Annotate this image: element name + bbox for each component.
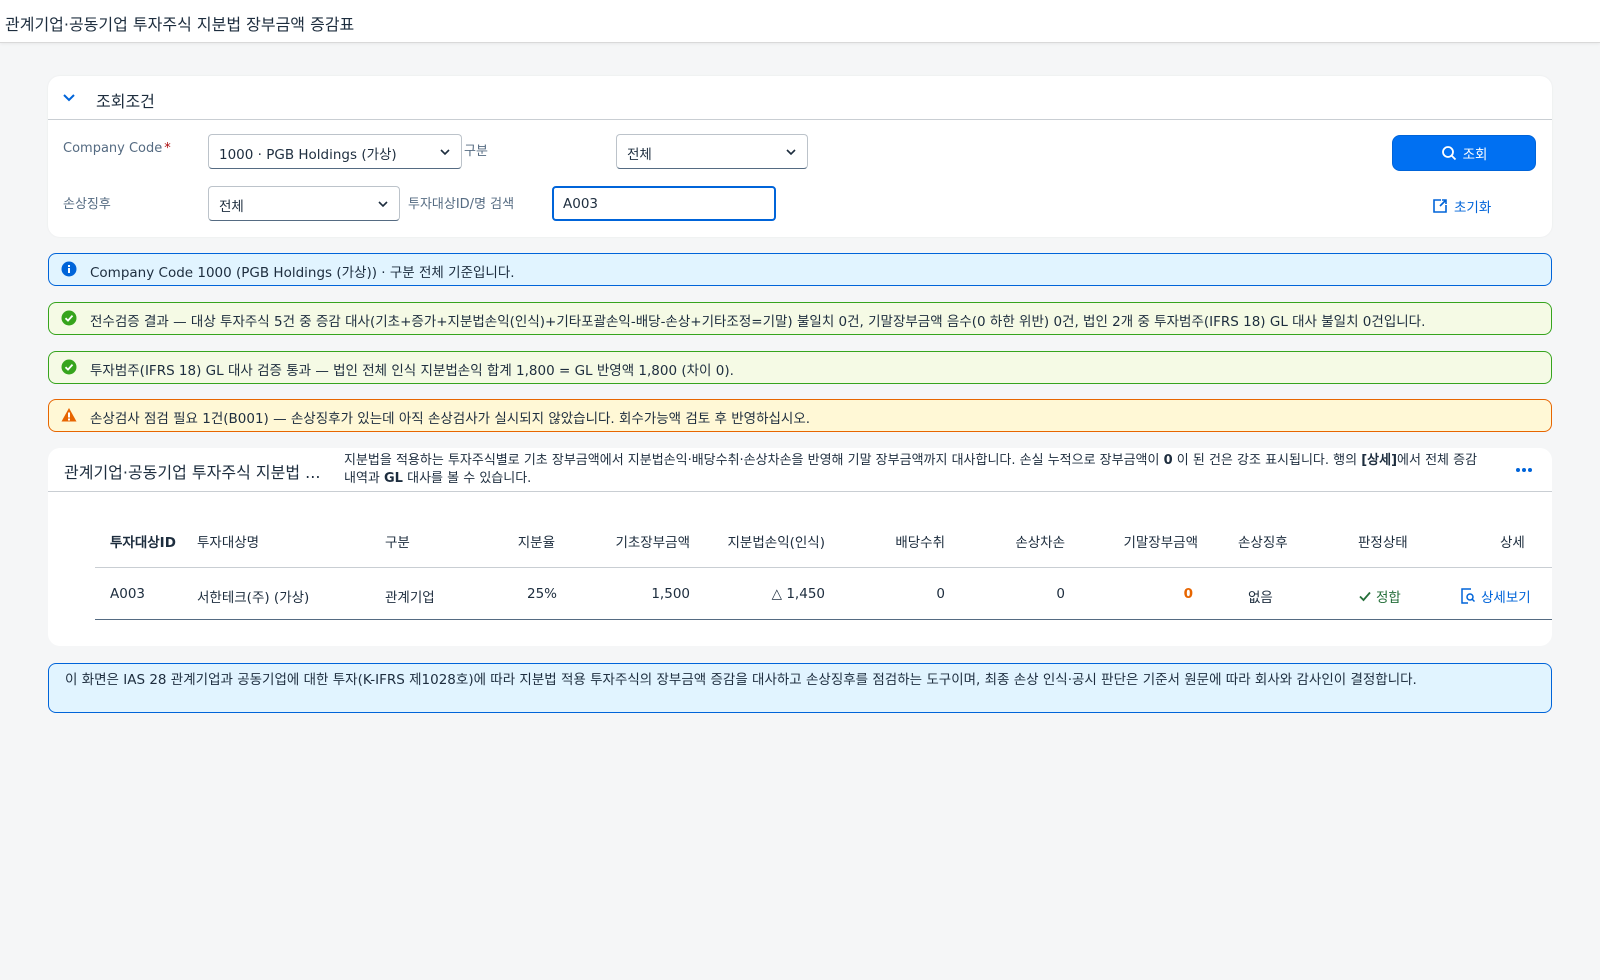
impairment-label: 손상징후 <box>63 197 111 212</box>
app-title: 관계기업·공동기업 투자주식 지분법 장부금액 증감표 <box>5 15 355 34</box>
cell-name: 서한테크(주) (가상) <box>197 590 310 606</box>
warning-text: 손상검사 점검 필요 1건(B001) — 손상징후가 있는데 아직 손상검사가… <box>90 411 811 427</box>
more-icon[interactable] <box>1514 462 1534 478</box>
filter-header-label: 조회조건 <box>96 92 155 111</box>
col-header-equity-pl[interactable]: 지분법손익(인식) <box>695 531 825 551</box>
cell-opening: 1,500 <box>651 586 690 602</box>
impairment-select[interactable]: 전체 <box>208 186 400 221</box>
results-table-card: 관계기업·공동기업 투자주식 지분법 ... 지분법을 적용하는 투자주식별로 … <box>48 448 1552 646</box>
success-text-gl: 투자범주(IFRS 18) GL 대사 검증 통과 — 법인 전체 인식 지분법… <box>90 363 734 379</box>
company-code-select[interactable]: 1000 · PGB Holdings (가상) <box>208 134 462 169</box>
shell-bar: 관계기업·공동기업 투자주식 지분법 장부금액 증감표 <box>0 0 1600 43</box>
table-toolbar: 관계기업·공동기업 투자주식 지분법 ... 지분법을 적용하는 투자주식별로 … <box>48 448 1552 492</box>
info-strip: Company Code 1000 (PGB Holdings (가상)) · … <box>48 253 1552 286</box>
success-text-validation: 전수검증 결과 — 대상 투자주식 5건 중 증감 대사(기초+증가+지분법손익… <box>90 314 1426 330</box>
chevron-down-icon <box>378 201 388 208</box>
table-row[interactable]: A003 서한테크(주) (가상) 관계기업 25% 1,500 △ 1,450… <box>95 568 1552 620</box>
success-icon <box>61 310 77 326</box>
reset-icon <box>1433 199 1447 213</box>
success-strip-gl: 투자범주(IFRS 18) GL 대사 검증 통과 — 법인 전체 인식 지분법… <box>48 351 1552 384</box>
col-header-indicator[interactable]: 손상징후 <box>1238 531 1288 551</box>
cell-impairment: 0 <box>1056 586 1065 602</box>
col-header-id[interactable]: 투자대상ID <box>110 531 176 551</box>
cell-dividend: 0 <box>936 586 945 602</box>
cell-equity-pl: △ 1,450 <box>771 586 825 602</box>
cell-id: A003 <box>110 586 146 602</box>
search-label: 투자대상ID/명 검색 <box>408 197 515 212</box>
company-code-label: Company Code * <box>63 141 171 156</box>
col-header-detail[interactable]: 상세 <box>1500 531 1525 551</box>
chevron-down-icon <box>440 149 450 156</box>
search-button[interactable]: 조회 <box>1392 135 1536 171</box>
chevron-down-icon[interactable] <box>61 89 77 105</box>
warning-icon <box>61 408 77 422</box>
info-text: Company Code 1000 (PGB Holdings (가상)) · … <box>90 265 515 281</box>
success-strip-validation: 전수검증 결과 — 대상 투자주식 5건 중 증감 대사(기초+증가+지분법손익… <box>48 302 1552 335</box>
type-select[interactable]: 전체 <box>616 134 808 169</box>
check-icon <box>1359 591 1371 602</box>
search-icon <box>1441 146 1456 161</box>
cell-share: 25% <box>526 586 557 602</box>
info-icon <box>61 261 77 277</box>
col-header-status[interactable]: 판정상태 <box>1358 531 1408 551</box>
table-description: 지분법을 적용하는 투자주식별로 기초 장부금액에서 지분법손익·배당수취·손상… <box>344 453 1478 486</box>
search-button-label: 조회 <box>1462 147 1488 163</box>
warning-strip: 손상검사 점검 필요 1건(B001) — 손상징후가 있는데 아직 손상검사가… <box>48 399 1552 432</box>
cell-status: 정합 <box>1358 586 1401 606</box>
search-input[interactable] <box>552 186 776 221</box>
col-header-name[interactable]: 투자대상명 <box>197 531 259 551</box>
chevron-down-icon <box>786 149 796 156</box>
col-header-share[interactable]: 지분율 <box>495 531 555 551</box>
filter-header[interactable]: 조회조건 <box>48 76 1552 120</box>
col-header-dividend[interactable]: 배당수취 <box>855 531 945 551</box>
cell-indicator: 없음 <box>1248 590 1273 606</box>
required-marker: * <box>164 141 171 156</box>
reset-button[interactable]: 초기화 <box>1432 194 1491 218</box>
success-icon <box>61 359 77 375</box>
detail-link[interactable]: 상세보기 <box>1461 586 1531 606</box>
cell-closing: 0 <box>1183 586 1193 602</box>
disclaimer-note: 이 화면은 IAS 28 관계기업과 공동기업에 대한 투자(K-IFRS 제1… <box>48 663 1552 713</box>
filter-panel: 조회조건 Company Code * 1000 · PGB Holdings (… <box>48 76 1552 237</box>
type-label: 구분 <box>464 144 488 159</box>
reset-button-label: 초기화 <box>1454 200 1492 216</box>
col-header-type[interactable]: 구분 <box>385 531 410 551</box>
table-title: 관계기업·공동기업 투자주식 지분법 ... <box>64 463 321 482</box>
col-header-opening[interactable]: 기초장부금액 <box>585 531 690 551</box>
col-header-closing[interactable]: 기말장부금액 <box>1085 531 1198 551</box>
col-header-impairment[interactable]: 손상차손 <box>975 531 1065 551</box>
table-header: 투자대상ID 투자대상명 구분 지분율 기초장부금액 지분법손익(인식) 배당수… <box>95 511 1552 568</box>
detail-icon <box>1461 588 1475 604</box>
cell-type: 관계기업 <box>385 590 435 606</box>
